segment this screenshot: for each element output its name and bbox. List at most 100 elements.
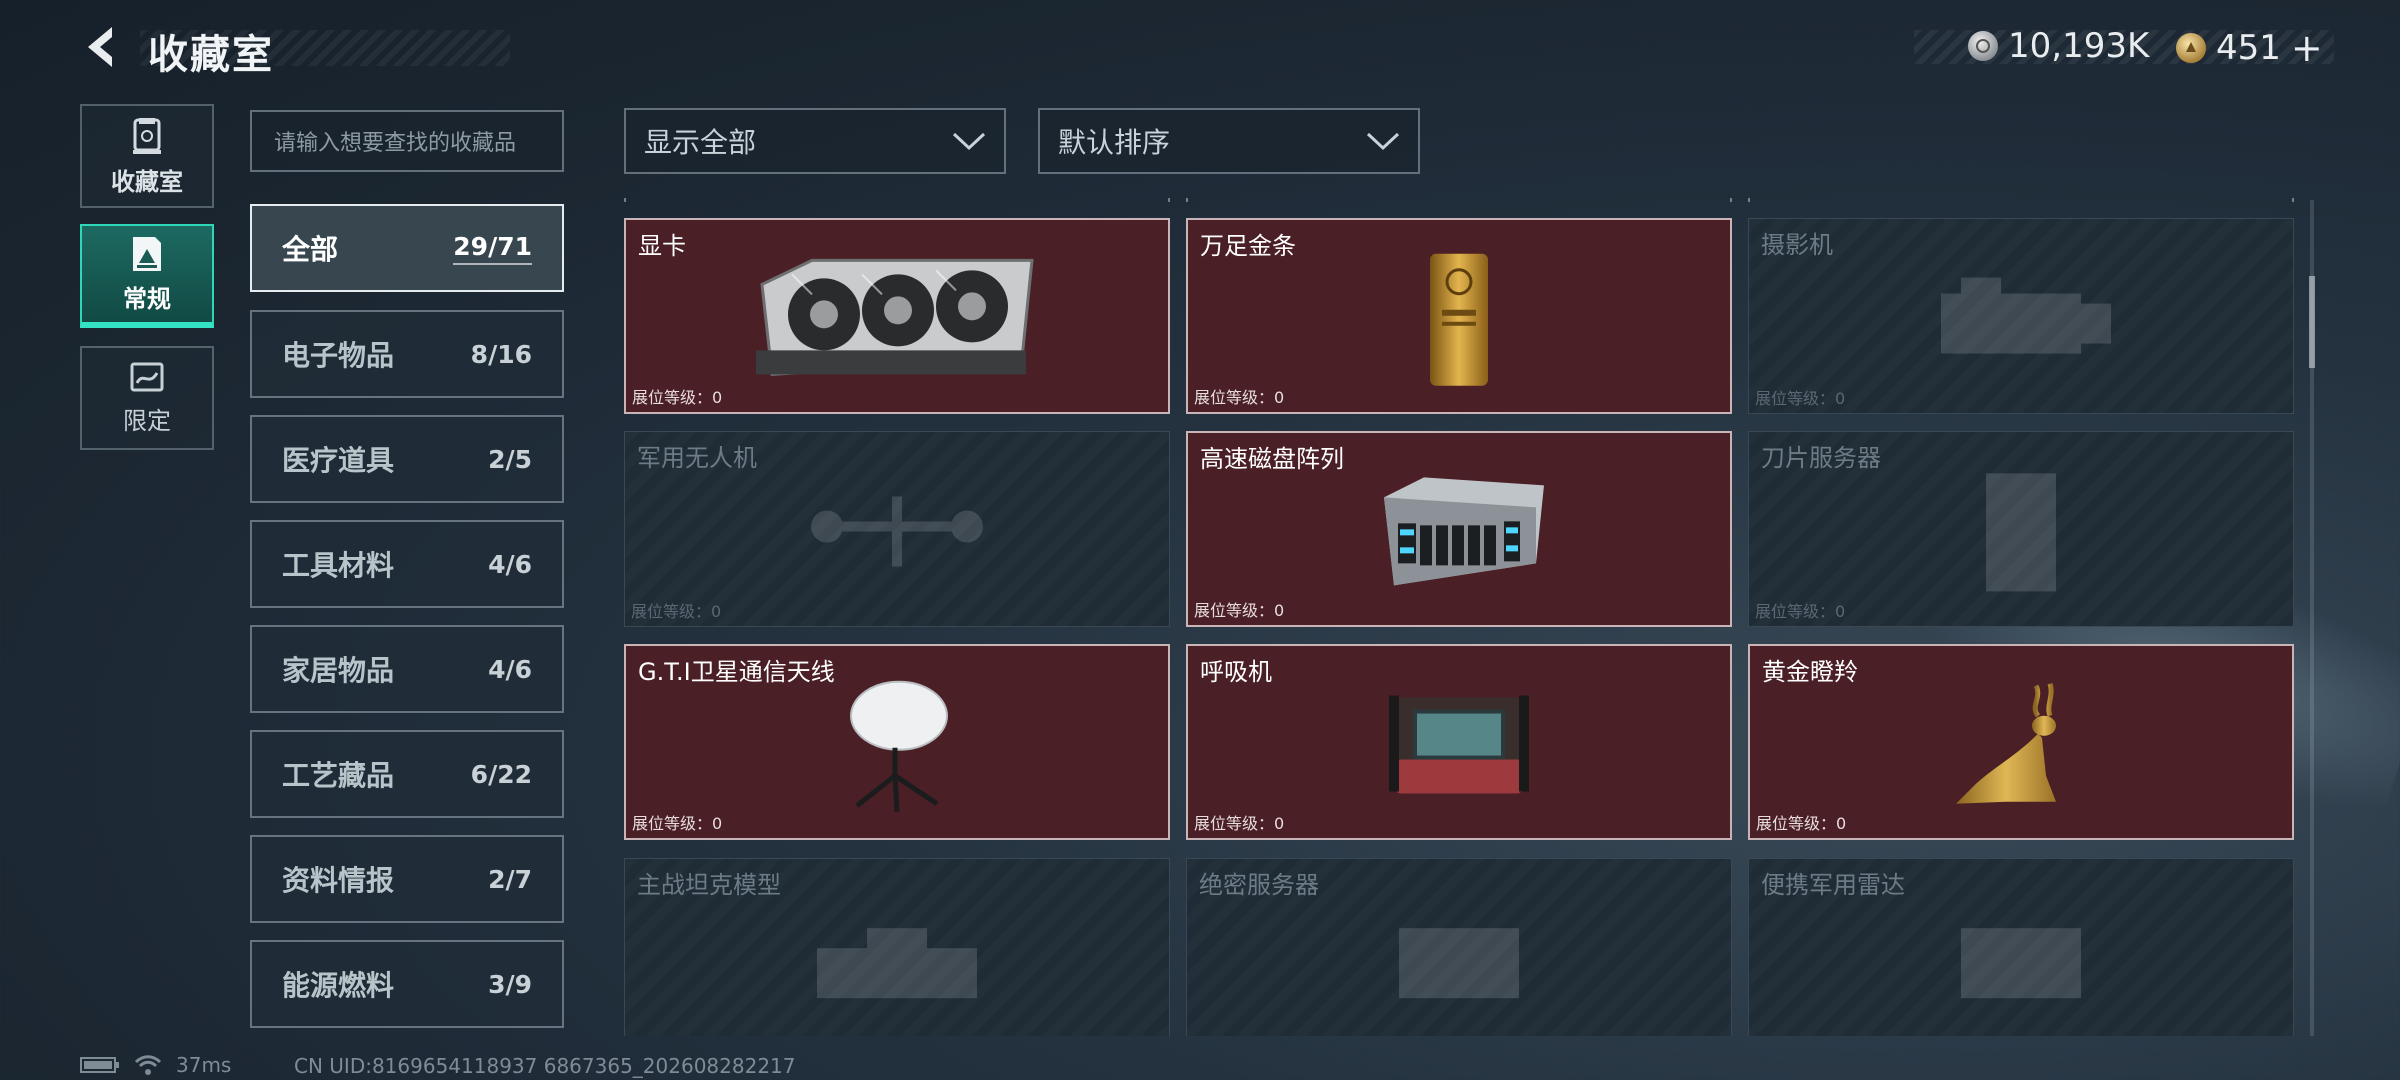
category-name: 工具材料 — [282, 549, 395, 582]
gold-currency: 451 + — [2176, 26, 2323, 70]
back-button[interactable] — [78, 22, 122, 72]
category-intel[interactable]: 资料情报 2/7 — [250, 835, 564, 923]
sort-value: 默认排序 — [1058, 126, 1171, 159]
collectible-name: 高速磁盘阵列 — [1200, 445, 1344, 473]
user-uid: CN UID:8169654118937 6867365_20260828221… — [294, 1054, 796, 1078]
category-count: 29/71 — [453, 232, 532, 265]
collectible-card[interactable]: 摄影机 展位等级：0 — [1748, 218, 2294, 414]
category-name: 工艺藏品 — [282, 759, 395, 792]
category-name: 资料情报 — [282, 864, 395, 897]
disk-array-icon — [1364, 467, 1554, 601]
ping-value: 37ms — [176, 1053, 232, 1077]
blade-server-icon — [1976, 467, 2066, 601]
silver-coin-icon — [1968, 31, 1998, 61]
booth-level: 展位等级：0 — [1755, 602, 1846, 621]
limited-icon — [130, 362, 164, 391]
category-name: 电子物品 — [282, 339, 395, 372]
chevron-down-icon — [1366, 132, 1400, 151]
category-medical[interactable]: 医疗道具 2/5 — [250, 415, 564, 503]
golden-gazelle-icon — [1946, 676, 2096, 820]
battery-icon — [80, 1057, 119, 1073]
gold-bar-icon — [1424, 250, 1494, 394]
rail-label: 收藏室 — [111, 167, 183, 196]
category-all[interactable]: 全部 29/71 — [250, 204, 564, 292]
collectible-name: 便携军用雷达 — [1761, 871, 1905, 899]
category-tools[interactable]: 工具材料 4/6 — [250, 520, 564, 608]
booth-level: 展位等级：0 — [1194, 388, 1285, 407]
collectible-card[interactable]: G.T.I卫星通信天线 展位等级：0 — [624, 644, 1170, 840]
gold-amount: 451 — [2216, 28, 2281, 68]
category-count: 3/9 — [488, 969, 532, 999]
collectible-card[interactable]: 刀片服务器 展位等级：0 — [1748, 431, 2294, 627]
rail-label: 常规 — [123, 284, 171, 313]
rail-tab-limited[interactable]: 限定 — [80, 346, 214, 450]
category-electronics[interactable]: 电子物品 8/16 — [250, 310, 564, 398]
collection-room-icon — [133, 117, 161, 154]
gold-coin-icon — [2176, 33, 2206, 63]
booth-level: 展位等级：0 — [1194, 814, 1285, 833]
category-name: 家居物品 — [282, 654, 395, 687]
category-count: 2/7 — [488, 864, 532, 894]
collectible-name: 万足金条 — [1200, 232, 1296, 260]
add-currency-button[interactable]: + — [2291, 26, 2323, 70]
category-name: 能源燃料 — [282, 969, 395, 1002]
page-title: 收藏室 — [148, 32, 274, 78]
booth-level: 展位等级：0 — [632, 814, 723, 833]
collectible-name: 绝密服务器 — [1199, 871, 1319, 899]
rail-label: 限定 — [123, 406, 171, 435]
rail-tab-regular[interactable]: 常规 — [80, 224, 214, 328]
category-crafts[interactable]: 工艺藏品 6/22 — [250, 730, 564, 818]
search-input[interactable]: 请输入想要查找的收藏品 — [250, 110, 564, 172]
chevron-down-icon — [952, 132, 986, 151]
tank-model-icon — [797, 908, 997, 1012]
category-household[interactable]: 家居物品 4/6 — [250, 625, 564, 713]
category-count: 6/22 — [470, 759, 532, 789]
collectible-card[interactable]: 便携军用雷达 — [1748, 858, 2294, 1036]
sort-dropdown[interactable]: 默认排序 — [1038, 108, 1420, 174]
silver-amount: 10,193K — [2008, 26, 2150, 66]
collectible-card[interactable]: 高速磁盘阵列 展位等级：0 — [1186, 431, 1732, 627]
ventilator-icon — [1389, 690, 1529, 804]
collectible-name: G.T.I卫星通信天线 — [638, 658, 835, 686]
show-filter-dropdown[interactable]: 显示全部 — [624, 108, 1006, 174]
category-energy[interactable]: 能源燃料 3/9 — [250, 940, 564, 1028]
category-count: 4/6 — [488, 654, 532, 684]
grid-scrollbar-thumb[interactable] — [2309, 276, 2315, 368]
collectible-card[interactable]: 呼吸机 展位等级：0 — [1186, 644, 1732, 840]
collectible-card[interactable]: 显卡 展位等级：0 — [624, 218, 1170, 414]
satellite-dish-icon — [837, 676, 957, 820]
show-filter-value: 显示全部 — [644, 126, 757, 159]
search-placeholder: 请输入想要查找的收藏品 — [274, 131, 517, 156]
silver-currency: 10,193K — [1968, 26, 2149, 66]
category-name: 全部 — [282, 233, 339, 266]
booth-level: 展位等级：0 — [1756, 814, 1847, 833]
back-arrow-icon — [88, 27, 112, 67]
collectible-card[interactable]: 军用无人机 展位等级：0 — [624, 431, 1170, 627]
collectible-name: 刀片服务器 — [1761, 444, 1881, 472]
category-count: 4/6 — [488, 549, 532, 579]
category-count: 2/5 — [488, 444, 532, 474]
collectible-name: 显卡 — [638, 232, 686, 260]
booth-level: 展位等级：0 — [1194, 601, 1285, 620]
wifi-icon — [134, 1055, 162, 1075]
graphics-card-icon — [752, 254, 1042, 388]
collectible-name: 黄金瞪羚 — [1762, 658, 1858, 686]
status-footer: 37ms — [80, 1052, 231, 1078]
booth-level: 展位等级：0 — [632, 388, 723, 407]
regular-icon — [133, 236, 161, 271]
rail-tab-collection-room[interactable]: 收藏室 — [80, 104, 214, 208]
collectible-name: 呼吸机 — [1200, 658, 1272, 686]
collectible-card[interactable]: 绝密服务器 — [1186, 858, 1732, 1036]
collectible-name: 摄影机 — [1761, 231, 1833, 259]
camera-icon — [1921, 264, 2121, 378]
collectible-card[interactable]: 黄金瞪羚 展位等级：0 — [1748, 644, 2294, 840]
collectible-card[interactable]: 主战坦克模型 — [624, 858, 1170, 1036]
collectible-name: 军用无人机 — [637, 444, 757, 472]
collectible-card[interactable]: 万足金条 展位等级：0 — [1186, 218, 1732, 414]
booth-level: 展位等级：0 — [631, 602, 722, 621]
header: 收藏室 10,193K 451 + — [0, 0, 2400, 100]
collectible-name: 主战坦克模型 — [637, 871, 781, 899]
drone-icon — [807, 477, 987, 591]
category-count: 8/16 — [470, 339, 532, 369]
category-name: 医疗道具 — [282, 444, 395, 477]
